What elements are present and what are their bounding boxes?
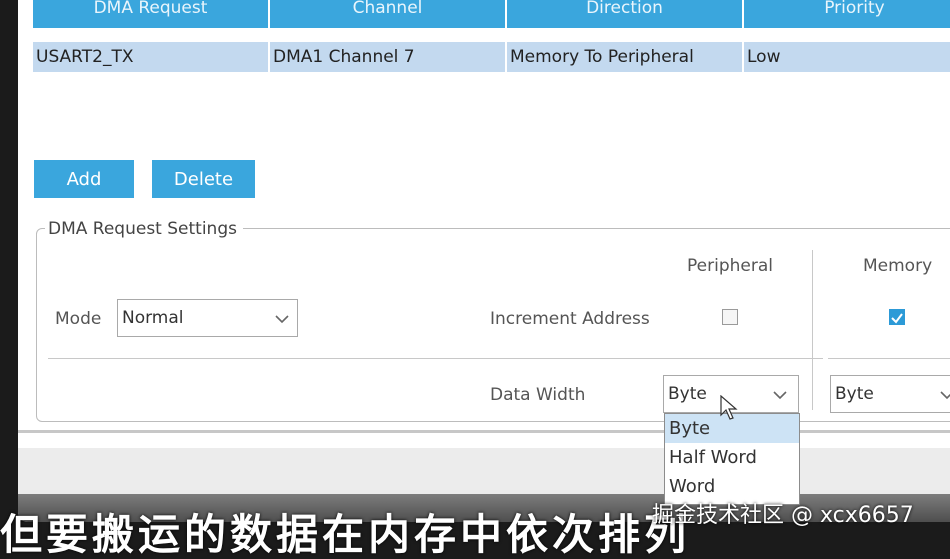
settings-divider (48, 358, 823, 359)
delete-button[interactable]: Delete (152, 160, 255, 198)
memory-data-width-select[interactable]: Byte (830, 375, 950, 413)
table-row[interactable]: USART2_TX DMA1 Channel 7 Memory To Perip… (33, 42, 950, 72)
header-direction[interactable]: Direction (507, 0, 744, 28)
video-subtitle: 但要搬运的数据在内存中依次排列 (0, 510, 691, 559)
watermark-text: 掘金技术社区 @ xcx6657 (652, 503, 914, 528)
cell-priority: Low (747, 47, 781, 67)
chevron-down-icon (773, 391, 787, 400)
peripheral-column-label: Peripheral (687, 256, 773, 276)
cell-direction: Memory To Peripheral (507, 42, 744, 72)
peripheral-increment-checkbox[interactable] (722, 309, 738, 325)
cell-dma-request: USART2_TX (33, 42, 270, 72)
dma-table-header: DMA Request Channel Direction Priority (33, 0, 950, 28)
memory-width-value: Byte (835, 384, 874, 404)
add-button[interactable]: Add (34, 160, 134, 198)
checkmark-icon (891, 313, 903, 324)
data-width-dropdown-list: Byte Half Word Word (664, 413, 800, 505)
memory-increment-checkbox[interactable] (889, 309, 905, 325)
increment-address-label: Increment Address (490, 309, 650, 329)
header-dma-request[interactable]: DMA Request (33, 0, 270, 28)
memory-column-label: Memory (863, 256, 933, 276)
header-channel[interactable]: Channel (270, 0, 507, 28)
panel-separator (18, 430, 950, 433)
column-divider (812, 250, 813, 410)
mode-select-value: Normal (122, 308, 184, 328)
dropdown-option-half-word[interactable]: Half Word (665, 443, 799, 472)
settings-group-title: DMA Request Settings (45, 219, 243, 239)
header-priority[interactable]: Priority (744, 0, 950, 28)
mouse-cursor-icon (720, 395, 738, 420)
cell-channel: DMA1 Channel 7 (270, 42, 507, 72)
data-width-label: Data Width (490, 385, 586, 405)
chevron-down-icon (275, 315, 289, 324)
settings-divider-right (828, 358, 950, 359)
footer-bar (18, 448, 950, 494)
mode-label: Mode (55, 309, 102, 329)
chevron-down-icon (940, 391, 950, 400)
mode-select[interactable]: Normal (117, 299, 298, 337)
dma-settings-window: DMA Request Channel Direction Priority U… (18, 0, 950, 522)
peripheral-width-value: Byte (668, 384, 707, 404)
